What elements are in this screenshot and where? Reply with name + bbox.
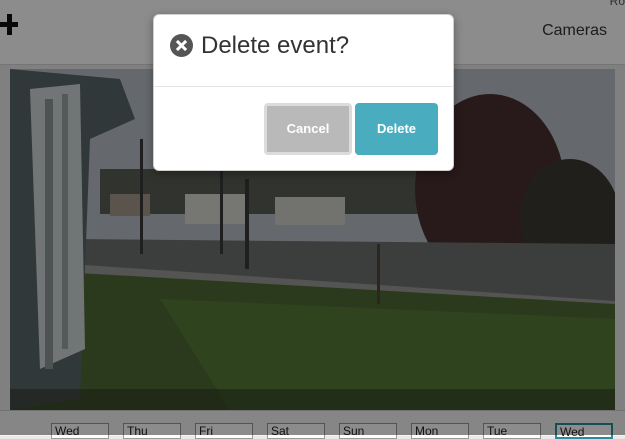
dialog-title: Delete event? [201, 32, 350, 59]
dialog-header: Delete event? [154, 15, 453, 87]
cancel-button[interactable]: Cancel [264, 103, 352, 155]
delete-event-dialog: Delete event? Cancel Delete [153, 14, 454, 171]
delete-button[interactable]: Delete [355, 103, 438, 155]
close-circle-icon[interactable] [170, 34, 193, 57]
